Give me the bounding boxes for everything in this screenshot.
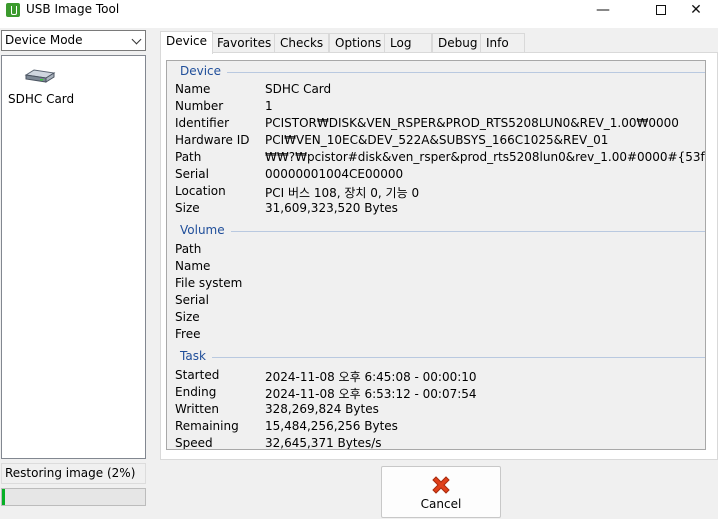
volume-size-label: Size	[175, 310, 200, 324]
device-info-box: Device Name SDHC Card Number 1 Identifie…	[166, 60, 706, 450]
volume-free-label: Free	[175, 327, 201, 341]
device-tab-panel: Device Name SDHC Card Number 1 Identifie…	[160, 52, 718, 460]
usb-app-icon	[6, 3, 20, 17]
task-started-label: Started	[175, 368, 220, 382]
volume-file-system-label: File system	[175, 276, 243, 290]
task-remaining-label: Remaining	[175, 419, 239, 433]
tab-checks[interactable]: Checks	[274, 33, 330, 53]
volume-serial-label: Serial	[175, 293, 209, 307]
device-location-label: Location	[175, 184, 226, 198]
task-written-value: 328,269,824 Bytes	[265, 402, 379, 416]
device-hardware-id-value: PCI₩VEN_10EC&DEV_522A&SUBSYS_166C1025&RE…	[265, 133, 609, 147]
progress-bar-fill	[2, 489, 5, 505]
device-path-value: ₩₩?₩pcistor#disk&ven_rsper&prod_rts5208l…	[265, 150, 706, 164]
device-name-label: Name	[175, 82, 211, 96]
task-written-label: Written	[175, 402, 219, 416]
tab-info[interactable]: Info	[480, 33, 525, 53]
device-section-title: Device	[180, 64, 228, 78]
task-started-value: 2024-11-08 오후 6:45:08 - 00:00:10	[265, 370, 477, 384]
volume-section-title: Volume	[180, 223, 231, 237]
task-section-header: Task	[167, 349, 705, 365]
status-text: Restoring image (2%)	[1, 463, 146, 484]
device-name-value: SDHC Card	[265, 82, 332, 96]
tab-log[interactable]: Log	[384, 33, 432, 53]
progress-bar	[1, 488, 146, 506]
device-section-header: Device	[167, 64, 705, 80]
device-hardware-id-label: Hardware ID	[175, 133, 250, 147]
cancel-button-label: Cancel	[420, 497, 462, 511]
device-list[interactable]: SDHC Card	[1, 55, 146, 459]
task-speed-value: 32,645,371 Bytes/s	[265, 436, 382, 450]
maximize-icon	[656, 5, 666, 15]
volume-name-label: Name	[175, 259, 211, 273]
device-serial-value: 00000001004CE00000	[265, 167, 404, 181]
device-identifier-label: Identifier	[175, 116, 230, 130]
section-divider	[180, 357, 705, 358]
tab-options[interactable]: Options	[329, 33, 388, 53]
device-list-item-label: SDHC Card	[8, 92, 75, 106]
task-ending-value: 2024-11-08 오후 6:53:12 - 00:07:54	[265, 387, 477, 401]
section-divider	[180, 72, 705, 73]
chevron-down-icon	[131, 34, 142, 45]
window-title: USB Image Tool	[26, 2, 120, 16]
volume-section-header: Volume	[167, 223, 705, 239]
device-identifier-value: PCISTOR₩DISK&VEN_RSPER&PROD_RTS5208LUN0&…	[265, 116, 679, 130]
device-list-item[interactable]: SDHC Card	[6, 64, 76, 108]
device-number-label: Number	[175, 99, 224, 113]
volume-path-label: Path	[175, 242, 202, 256]
cancel-x-icon	[432, 476, 450, 494]
title-bar: USB Image Tool — ✕	[0, 0, 718, 28]
device-location-value: PCI 버스 108, 장치 0, 기능 0	[265, 186, 420, 200]
device-serial-label: Serial	[175, 167, 209, 181]
close-button[interactable]: ✕	[673, 0, 718, 28]
cancel-button[interactable]: Cancel	[381, 466, 501, 518]
task-ending-label: Ending	[175, 385, 217, 399]
device-path-label: Path	[175, 150, 202, 164]
task-section-title: Task	[180, 349, 212, 363]
device-number-value: 1	[265, 99, 273, 113]
tab-favorites[interactable]: Favorites	[211, 33, 278, 53]
device-size-value: 31,609,323,520 Bytes	[265, 201, 398, 215]
tab-device[interactable]: Device	[160, 31, 214, 54]
drive-icon	[24, 69, 56, 83]
minimize-button[interactable]: —	[580, 0, 626, 28]
mode-select-value: Device Mode	[5, 33, 83, 47]
device-size-label: Size	[175, 201, 200, 215]
task-remaining-value: 15,484,256,256 Bytes	[265, 419, 398, 433]
section-divider	[180, 231, 705, 232]
tab-strip: Device Favorites Checks Options Log Debu…	[160, 31, 718, 54]
tab-debug[interactable]: Debug	[432, 33, 484, 53]
mode-select[interactable]: Device Mode	[1, 30, 146, 51]
task-speed-label: Speed	[175, 436, 213, 450]
